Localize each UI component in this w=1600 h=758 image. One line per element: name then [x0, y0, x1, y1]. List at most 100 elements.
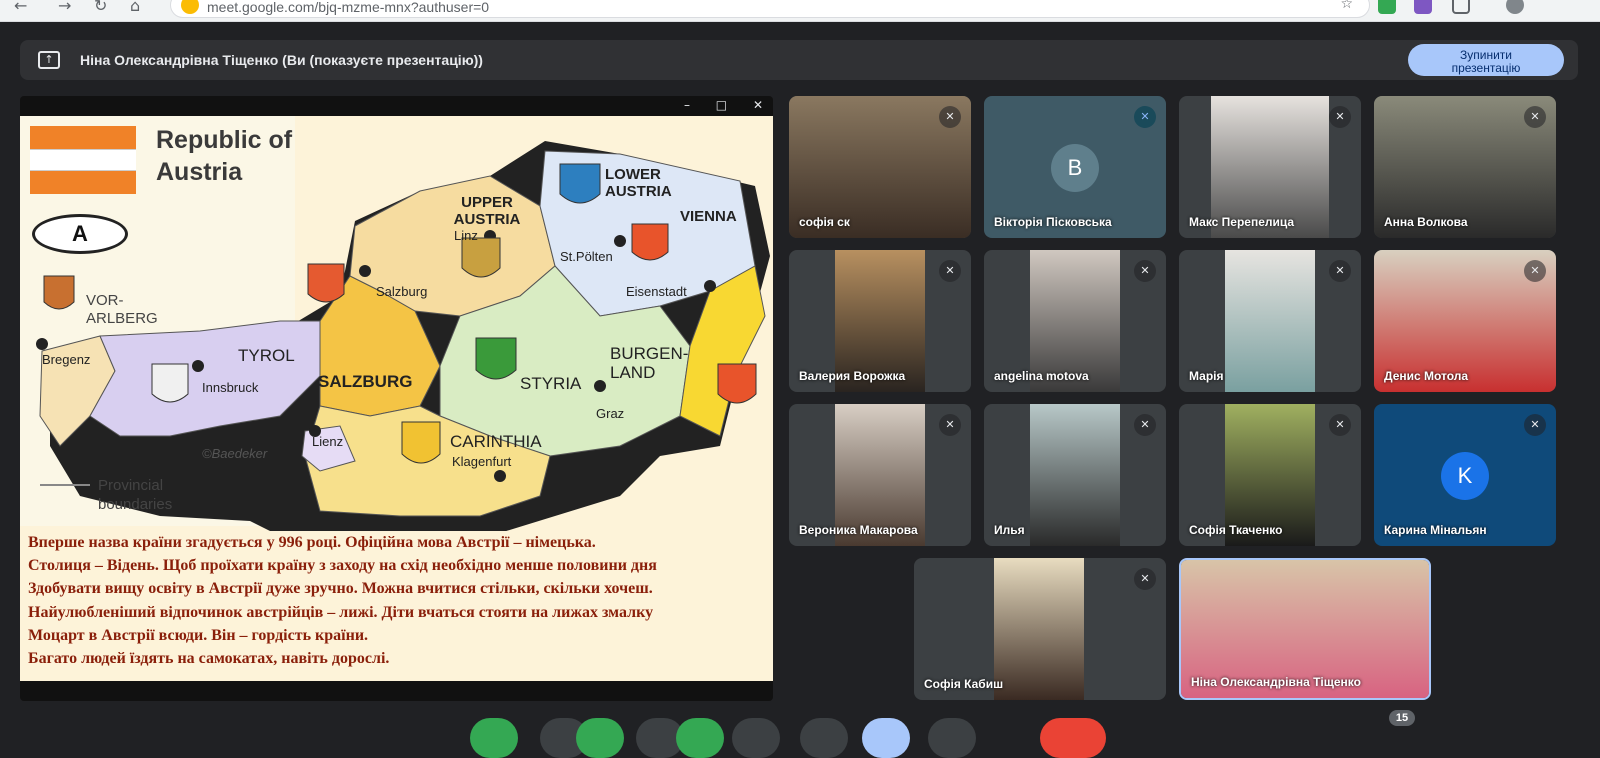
- label-graz: Graz: [596, 406, 625, 421]
- klagenfurt-dot: [494, 470, 506, 482]
- slide-content: Republic of Austria A UPPER AUSTRIA LOWE…: [20, 116, 773, 681]
- meeting-controls-bar: [0, 712, 1600, 758]
- captions-button[interactable]: [676, 718, 724, 758]
- participant-video: [1030, 404, 1120, 546]
- more-options-button[interactable]: [928, 718, 976, 758]
- slide-text-line: Вперше назва країни згадується у 996 роц…: [28, 534, 596, 551]
- bookmark-star-icon[interactable]: ☆: [1340, 0, 1353, 12]
- profile-avatar-icon[interactable]: [1506, 0, 1524, 14]
- extensions-puzzle-icon[interactable]: [1452, 0, 1470, 14]
- present-now-button[interactable]: [862, 718, 910, 758]
- participant-tile[interactable]: ✕ Вероника Макарова: [789, 404, 971, 546]
- label-styria: STYRIA: [520, 374, 582, 393]
- participant-tile-self[interactable]: Ніна Олександрівна Тіщенко: [1179, 558, 1431, 700]
- participant-name: Анна Волкова: [1384, 215, 1468, 229]
- vorarlberg-coat-of-arms-icon: [43, 275, 75, 310]
- back-icon[interactable]: ←: [14, 0, 27, 15]
- extension-icon[interactable]: [1414, 0, 1432, 14]
- presentation-window: – □ ✕ Republic of Austria A UPPER AUSTRI…: [20, 96, 773, 701]
- participant-tile[interactable]: ✕ Валерия Ворожка: [789, 250, 971, 392]
- mic-muted-icon: ✕: [939, 414, 961, 436]
- address-bar[interactable]: meet.google.com/bjq-mzme-mnx?authuser=0 …: [170, 0, 1370, 18]
- graz-dot: [594, 380, 606, 392]
- slide-body-text: Вперше назва країни згадується у 996 роц…: [28, 531, 773, 670]
- minimize-icon[interactable]: –: [684, 98, 690, 112]
- participant-tile[interactable]: ✕ Илья: [984, 404, 1166, 546]
- mic-muted-icon: ✕: [1134, 106, 1156, 128]
- participant-name: angelina motova: [994, 369, 1089, 383]
- maximize-icon[interactable]: □: [716, 98, 727, 112]
- mic-muted-icon: ✕: [1134, 260, 1156, 282]
- label-st-polten: St.Pölten: [560, 249, 613, 264]
- participant-avatar: K: [1441, 452, 1489, 500]
- burgenland-coat-of-arms-icon: [717, 363, 757, 404]
- participant-name: софія ск: [799, 215, 850, 229]
- mic-muted-icon: ✕: [1134, 568, 1156, 590]
- slide-text-line: Здобувати вищу освіту в Австрії дуже зру…: [28, 580, 653, 598]
- participant-name: Софія Кабиш: [924, 677, 1004, 691]
- participant-name: Марія: [1189, 369, 1224, 383]
- participant-name: Вероника Макарова: [799, 523, 918, 537]
- participant-tile[interactable]: ✕ Денис Мотола: [1374, 250, 1556, 392]
- slide-title-line2: Austria: [156, 158, 243, 186]
- participant-name: Илья: [994, 523, 1025, 537]
- mic-muted-icon: ✕: [939, 106, 961, 128]
- bregenz-dot: [36, 338, 48, 350]
- mic-muted-icon: ✕: [1524, 260, 1546, 282]
- extension-icon[interactable]: [1378, 0, 1396, 14]
- reload-icon[interactable]: ↻: [94, 0, 107, 15]
- participant-tile[interactable]: ✕ софія ск: [789, 96, 971, 238]
- participant-tile[interactable]: ✕ Макс Перепелица: [1179, 96, 1361, 238]
- close-icon[interactable]: ✕: [753, 98, 763, 112]
- salzburg-dot: [359, 265, 371, 277]
- eisenstadt-dot: [704, 280, 716, 292]
- label-eisenstadt: Eisenstadt: [626, 284, 687, 299]
- participant-tile[interactable]: ✕ Софія Кабиш: [914, 558, 1166, 700]
- people-count-badge[interactable]: 15: [1389, 710, 1415, 726]
- label-innsbruck: Innsbruck: [202, 380, 259, 395]
- participant-tile[interactable]: ✕ angelina motova: [984, 250, 1166, 392]
- presenting-title: Ніна Олександрівна Тіщенко (Ви (показуєт…: [80, 52, 483, 68]
- present-screen-icon: ↑: [38, 51, 60, 69]
- slide-title-line1: Republic of: [156, 126, 293, 154]
- participant-name: Софія Ткаченко: [1189, 523, 1283, 537]
- mic-muted-icon: ✕: [1524, 106, 1546, 128]
- forward-icon[interactable]: →: [58, 0, 71, 15]
- country-code-oval: A: [32, 214, 128, 254]
- label-bregenz: Bregenz: [42, 352, 91, 367]
- url-text: meet.google.com/bjq-mzme-mnx?authuser=0: [207, 0, 490, 15]
- innsbruck-dot: [192, 360, 204, 372]
- st-polten-dot: [614, 235, 626, 247]
- stop-presenting-button[interactable]: Зупинити презентацію: [1408, 44, 1564, 76]
- participant-tile[interactable]: B ✕ Вікторія Пісковська: [984, 96, 1166, 238]
- salzburg-coat-of-arms-icon: [307, 263, 345, 303]
- participant-name: Карина Мінальян: [1384, 523, 1487, 537]
- mic-toggle-button[interactable]: [470, 718, 518, 758]
- slide-text-line: Моцарт в Австрії всюди. Він – гордість к…: [28, 626, 369, 644]
- reactions-button[interactable]: [732, 718, 780, 758]
- austria-flag: [30, 126, 136, 194]
- camera-toggle-button[interactable]: [576, 718, 624, 758]
- legend-line2: boundaries: [98, 496, 173, 513]
- participant-tile[interactable]: ✕ Софія Ткаченко: [1179, 404, 1361, 546]
- participant-tile[interactable]: ✕ Анна Волкова: [1374, 96, 1556, 238]
- participant-avatar: B: [1051, 144, 1099, 192]
- raise-hand-button[interactable]: [800, 718, 848, 758]
- carinthia-coat-of-arms-icon: [401, 421, 441, 464]
- label-burgenland: BURGEN-LAND: [610, 344, 689, 382]
- participant-tile[interactable]: ✕ Марія: [1179, 250, 1361, 392]
- home-icon[interactable]: ⌂: [130, 0, 140, 15]
- presenting-banner: ↑ Ніна Олександрівна Тіщенко (Ви (показу…: [20, 40, 1578, 80]
- leave-call-button[interactable]: [1040, 718, 1106, 758]
- label-klagenfurt: Klagenfurt: [452, 454, 512, 469]
- participant-tile[interactable]: K ✕ Карина Мінальян: [1374, 404, 1556, 546]
- participant-name: Вікторія Пісковська: [994, 215, 1112, 229]
- tyrol-coat-of-arms-icon: [151, 363, 189, 403]
- mic-muted-icon: ✕: [1134, 414, 1156, 436]
- label-tyrol: TYROL: [238, 346, 295, 365]
- participant-name: Денис Мотола: [1384, 369, 1469, 383]
- mic-muted-icon: ✕: [1329, 414, 1351, 436]
- slide-text-line: Столиця – Відень. Щоб проїхати країну з …: [28, 557, 657, 575]
- browser-toolbar: ← → ↻ ⌂ meet.google.com/bjq-mzme-mnx?aut…: [0, 0, 1600, 22]
- slide-title: Republic of Austria: [156, 124, 292, 188]
